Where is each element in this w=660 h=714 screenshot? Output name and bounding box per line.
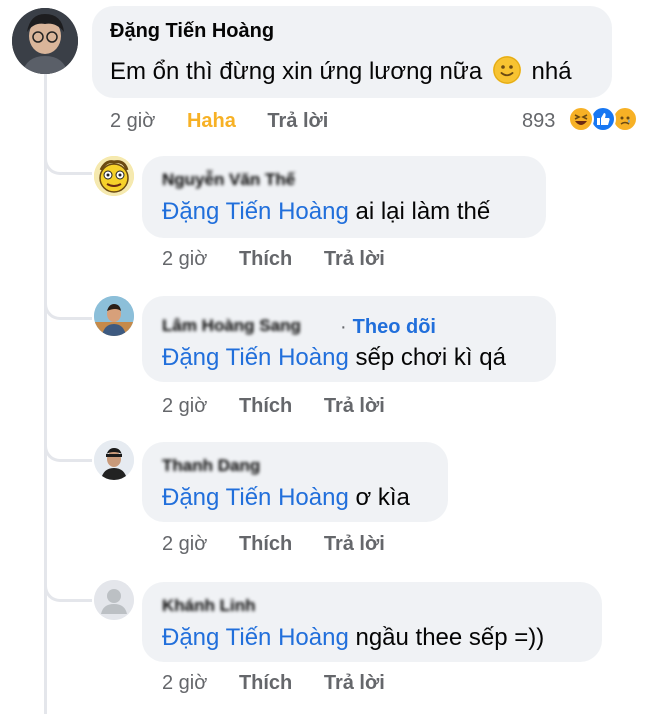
- haha-icon: [568, 106, 594, 132]
- avatar[interactable]: [94, 440, 134, 480]
- reply-time[interactable]: 2 giờ: [162, 672, 207, 694]
- reply-author[interactable]: Nguyễn Văn Thế: [162, 170, 295, 190]
- reply-author[interactable]: Lâm Hoàng Sang: [162, 316, 301, 336]
- reply-button[interactable]: Trả lời: [324, 533, 385, 555]
- reply-connector: [44, 290, 92, 320]
- reply-connector: [44, 572, 92, 602]
- follow-button[interactable]: · Theo dõi: [340, 316, 436, 339]
- avatar[interactable]: [94, 156, 134, 196]
- reply-author[interactable]: Khánh Linh: [162, 596, 255, 616]
- slightly-smiling-face-icon: [492, 56, 521, 84]
- reply-text: Đặng Tiến Hoàng ơ kìa: [162, 484, 410, 511]
- reply-button[interactable]: Trả lời: [324, 248, 385, 270]
- like-button[interactable]: Thích: [239, 248, 292, 270]
- mention-link[interactable]: Đặng Tiến Hoàng: [162, 624, 349, 651]
- reply-time[interactable]: 2 giờ: [162, 395, 207, 417]
- comment-time[interactable]: 2 giờ: [110, 110, 155, 132]
- reply-connector: [44, 145, 92, 175]
- reaction-count[interactable]: 893: [522, 110, 555, 133]
- reply-button[interactable]: Trả lời: [324, 395, 385, 417]
- reply-actions: 2 giờ Thích Trả lời: [162, 395, 411, 418]
- reply-actions: 2 giờ Thích Trả lời: [162, 672, 411, 695]
- thread-line: [44, 74, 47, 714]
- reply-text: Đặng Tiến Hoàng sếp chơi kì qá: [162, 344, 506, 371]
- reply-button[interactable]: Trả lời: [324, 672, 385, 694]
- mention-link[interactable]: Đặng Tiến Hoàng: [162, 484, 349, 511]
- mention-link[interactable]: Đặng Tiến Hoàng: [162, 344, 349, 371]
- mention-link[interactable]: Đặng Tiến Hoàng: [162, 198, 349, 225]
- reply-actions: 2 giờ Thích Trả lời: [162, 248, 411, 271]
- reaction-icons[interactable]: [568, 106, 658, 134]
- reply-time[interactable]: 2 giờ: [162, 248, 207, 270]
- comment-author[interactable]: Đặng Tiến Hoàng: [110, 20, 274, 43]
- reaction-haha-button[interactable]: Haha: [187, 110, 236, 132]
- reply-actions: 2 giờ Thích Trả lời: [162, 533, 411, 556]
- reply-button[interactable]: Trả lời: [267, 110, 328, 132]
- like-button[interactable]: Thích: [239, 672, 292, 694]
- reply-text: Đặng Tiến Hoàng ngầu thee sếp =)): [162, 624, 545, 651]
- avatar[interactable]: [12, 8, 78, 74]
- like-button[interactable]: Thích: [239, 533, 292, 555]
- comment-text: Em ổn thì đừng xin ứng lương nữa nhá: [110, 56, 572, 85]
- reply-text: Đặng Tiến Hoàng ai lại làm thế: [162, 198, 491, 225]
- like-button[interactable]: Thích: [239, 395, 292, 417]
- comment-actions: 2 giờ Haha Trả lời: [110, 110, 354, 133]
- reply-time[interactable]: 2 giờ: [162, 533, 207, 555]
- avatar[interactable]: [94, 296, 134, 336]
- reply-connector: [44, 432, 92, 462]
- avatar[interactable]: [94, 580, 134, 620]
- reply-author[interactable]: Thanh Dang: [162, 456, 260, 476]
